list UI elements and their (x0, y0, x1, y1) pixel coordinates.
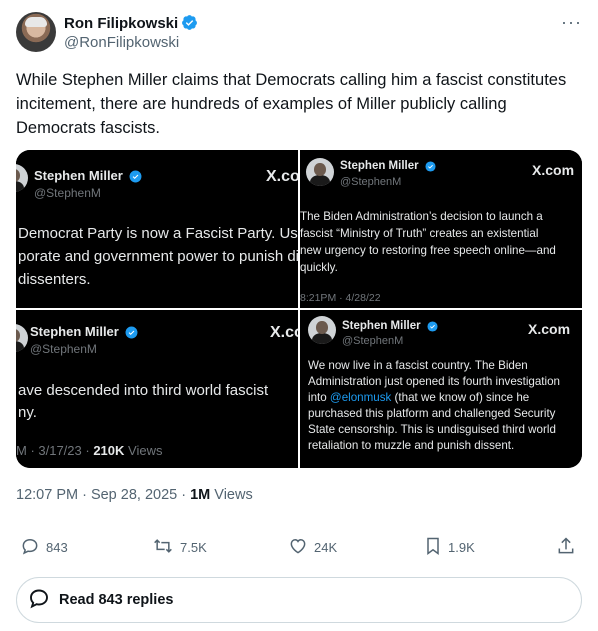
bookmark-count: 1.9K (448, 539, 475, 555)
action-bar: 843 7.5K 24K 1.9K (16, 534, 582, 560)
quoted-author-handle: @StephenM (340, 176, 402, 188)
verified-badge-icon (425, 161, 436, 175)
quoted-author-name: Stephen Miller (30, 324, 119, 339)
more-options-icon[interactable]: ··· (561, 12, 582, 33)
verified-badge-icon (125, 326, 138, 342)
quoted-tweet-timestamp: 8:21PM · 4/28/22 (300, 292, 381, 304)
media-grid[interactable]: Stephen Miller @StephenM X.co Democrat P… (16, 150, 582, 468)
read-replies-button[interactable]: Read 843 replies (16, 577, 582, 623)
like-button[interactable]: 24K (288, 534, 337, 560)
quoted-tweet-text: Democrat Party is now a Fascist Party. U… (18, 225, 298, 288)
share-button[interactable] (556, 534, 582, 560)
quoted-author-name: Stephen Miller (34, 168, 123, 183)
share-icon (556, 536, 582, 559)
verified-badge-icon (181, 14, 198, 35)
quoted-author-name: Stephen Miller (342, 320, 421, 332)
quoted-author-name-row: Stephen Miller (340, 160, 436, 175)
read-replies-label: Read 843 replies (59, 592, 174, 608)
x-com-brand: X.com (528, 321, 571, 337)
media-image-3[interactable]: Stephen Miller @StephenM X.co ave descen… (16, 310, 298, 468)
tweet-timestamp: 12:07 PM · Sep 28, 2025 · 1M Views (16, 487, 253, 503)
quoted-tweet-text: The Biden Administration’s decision to l… (300, 210, 556, 274)
verified-badge-icon (427, 321, 438, 335)
quoted-tweet-views-label: Views (128, 443, 163, 458)
x-com-brand: X.com (532, 162, 575, 178)
views-count: 1M (190, 487, 211, 503)
author-name-row[interactable]: Ron Filipkowski (64, 14, 198, 35)
quoted-tweet-text: ave descended into third world fascist n… (18, 382, 269, 421)
quoted-avatar (16, 164, 28, 192)
quoted-tweet-text: We now live in a fascist country. The Bi… (308, 358, 580, 454)
media-image-1[interactable]: Stephen Miller @StephenM X.co Democrat P… (16, 150, 298, 308)
tweet-text: While Stephen Miller claims that Democra… (16, 71, 567, 137)
bookmark-icon (424, 536, 448, 559)
grid-divider-horizontal (16, 308, 582, 310)
tweet-header: Ron Filipkowski @RonFilipkowski ··· (16, 12, 582, 54)
quoted-author-name-row: Stephen Miller (342, 320, 438, 335)
author-name[interactable]: Ron Filipkowski (64, 15, 178, 32)
quoted-tweet-views-count: 210K (93, 443, 125, 458)
quoted-avatar (16, 324, 28, 352)
x-com-brand: X.co (270, 324, 298, 341)
quoted-author-name-row: Stephen Miller (30, 324, 138, 342)
repost-button[interactable]: 7.5K (152, 534, 207, 560)
quoted-avatar (306, 158, 334, 186)
quoted-author-handle: @StephenM (342, 335, 404, 347)
repost-icon (152, 536, 180, 559)
like-count: 24K (314, 539, 338, 555)
bookmark-button[interactable]: 1.9K (424, 534, 475, 560)
quoted-author-name-row: Stephen Miller (34, 168, 142, 186)
repost-count: 7.5K (180, 539, 207, 555)
media-image-2[interactable]: Stephen Miller @StephenM X.com The Biden… (300, 150, 582, 308)
reply-count: 843 (46, 539, 68, 555)
quoted-author-name: Stephen Miller (340, 160, 419, 172)
reply-icon (20, 536, 46, 559)
quoted-author-handle: @StephenM (30, 342, 97, 356)
media-image-4[interactable]: Stephen Miller @StephenM X.com We now li… (300, 310, 582, 468)
quoted-tweet-date: M · 3/17/23 · (16, 443, 90, 458)
quoted-avatar (308, 316, 336, 344)
heart-icon (288, 536, 314, 559)
verified-badge-icon (129, 170, 142, 186)
author-handle[interactable]: @RonFilipkowski (64, 34, 179, 51)
views-label: Views (210, 487, 253, 503)
x-com-brand: X.co (266, 168, 298, 185)
avatar[interactable] (16, 12, 56, 52)
quoted-tweet-meta: M · 3/17/23 · 210K Views (16, 443, 162, 458)
reply-button[interactable]: 843 (20, 534, 68, 560)
mention-link: @elonmusk (329, 391, 392, 404)
quoted-author-handle: @StephenM (34, 186, 101, 200)
time-date[interactable]: 12:07 PM · Sep 28, 2025 · (16, 487, 190, 503)
speech-bubble-icon (27, 586, 59, 614)
